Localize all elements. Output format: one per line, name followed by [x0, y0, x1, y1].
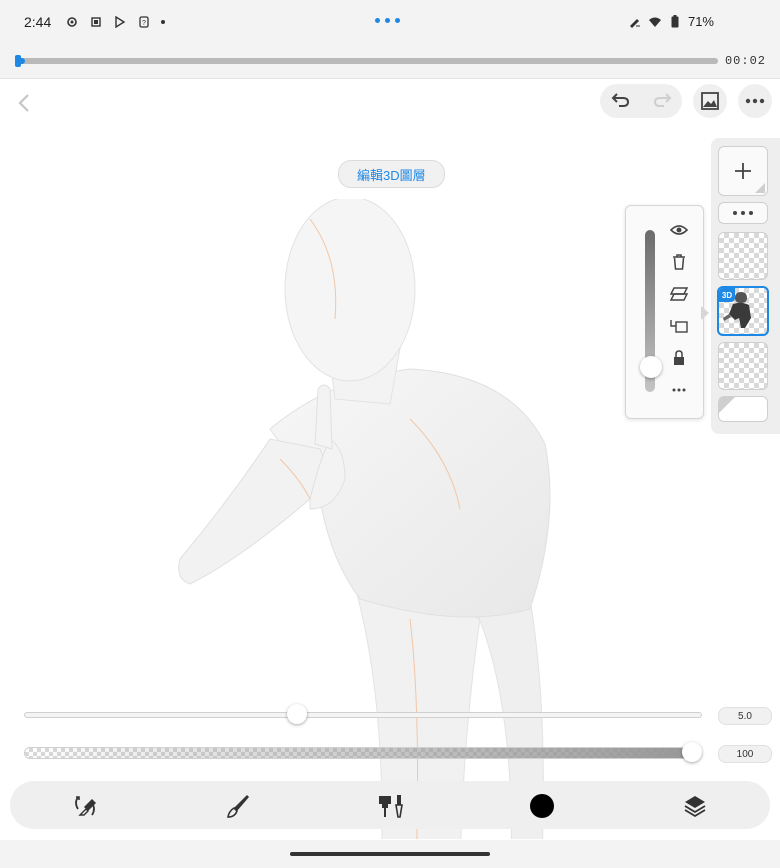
brush-size-slider[interactable] — [24, 704, 702, 726]
plus-icon — [735, 163, 751, 179]
wifi-icon — [648, 15, 662, 29]
popup-pointer — [701, 306, 709, 320]
timecode: 00:02 — [724, 54, 766, 68]
bottom-toolbar — [10, 781, 770, 829]
layer-quick-menu — [625, 205, 704, 419]
settings-icon — [65, 15, 79, 29]
gallery-button[interactable] — [693, 84, 727, 118]
unknown-app-icon: ? — [137, 15, 151, 29]
lock-icon[interactable] — [669, 348, 689, 368]
brush-icon[interactable] — [223, 791, 253, 821]
current-color — [530, 794, 554, 818]
brush-opacity-value[interactable]: 100 — [718, 745, 772, 763]
play-store-icon — [113, 15, 127, 29]
multitask-dots[interactable] — [375, 18, 400, 23]
layer-thumbnail-3d[interactable]: 3D — [717, 286, 769, 336]
back-button[interactable] — [14, 92, 36, 114]
home-handle[interactable] — [290, 852, 490, 856]
battery-icon — [668, 15, 682, 29]
trash-icon[interactable] — [669, 252, 689, 272]
brush-opacity-track[interactable] — [24, 747, 702, 759]
eye-icon[interactable] — [669, 220, 689, 240]
undo-button[interactable] — [611, 90, 631, 113]
undo-icon — [611, 92, 629, 107]
clip-icon[interactable] — [669, 284, 689, 304]
brush-size-track[interactable] — [24, 712, 702, 718]
chevron-left-icon — [18, 94, 29, 112]
layer-options-button[interactable] — [718, 202, 768, 224]
redo-button[interactable] — [652, 90, 672, 113]
timelapse-bar: 00:02 — [0, 44, 780, 79]
notification-dot — [161, 20, 166, 24]
more-icon — [745, 98, 765, 104]
brush-opacity-slider[interactable] — [24, 742, 702, 764]
timelapse-handle[interactable] — [15, 55, 21, 67]
screen-icon — [89, 15, 103, 29]
undo-redo-group — [600, 84, 682, 118]
brush-size-value[interactable]: 5.0 — [718, 707, 772, 725]
brush-size-handle[interactable] — [287, 704, 308, 724]
layer-thumbnail[interactable] — [718, 342, 768, 390]
more-icon[interactable] — [669, 380, 689, 400]
transform-eraser-icon[interactable] — [70, 791, 100, 821]
3d-badge: 3D — [719, 288, 735, 302]
system-nav-bar — [0, 840, 780, 868]
status-right: 71% — [628, 14, 714, 29]
color-swatch[interactable] — [527, 791, 557, 821]
edit-3d-layer-button[interactable]: 編輯3D圖層 — [338, 160, 445, 188]
timelapse-track[interactable] — [15, 55, 718, 67]
pen-icon — [628, 15, 642, 29]
image-icon — [701, 92, 719, 110]
clock: 2:44 — [24, 14, 52, 30]
brush-settings-icon[interactable] — [376, 791, 406, 821]
move-layer-icon[interactable] — [669, 316, 689, 336]
layer-thumbnail[interactable] — [718, 232, 768, 280]
add-layer-button[interactable] — [718, 146, 768, 196]
redo-icon — [653, 92, 671, 107]
svg-text:?: ? — [142, 20, 146, 27]
paper-layer-thumbnail[interactable] — [718, 396, 768, 422]
status-bar: 2:44 ? 71% — [0, 0, 780, 44]
brush-opacity-handle[interactable] — [682, 742, 702, 762]
status-left: 2:44 ? — [24, 14, 166, 30]
battery-percent: 71% — [687, 14, 714, 29]
layer-opacity-handle[interactable] — [640, 356, 662, 378]
layers-icon[interactable] — [680, 791, 710, 821]
more-options-button[interactable] — [738, 84, 772, 118]
layer-panel: 3D — [711, 138, 780, 434]
